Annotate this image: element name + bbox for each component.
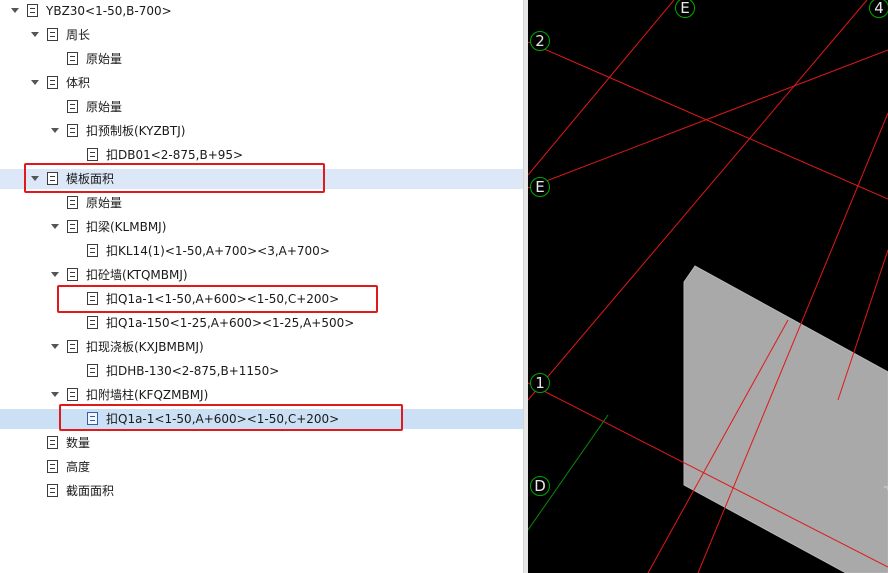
document-icon [87, 148, 98, 161]
tree-node-label: 体积 [66, 76, 91, 90]
annotation-box-wall-deduct [57, 285, 378, 313]
document-icon [47, 76, 58, 89]
tree-node-height[interactable]: 高度 [0, 457, 523, 477]
axis-label-e-left: E [530, 177, 550, 197]
tree-node-label: 扣DHB-130<2-875,B+1150> [106, 364, 280, 378]
tree-node-deduct-dhb-130[interactable]: 扣DHB-130<2-875,B+1150> [0, 361, 523, 381]
tree-node-label: 原始量 [86, 100, 123, 114]
document-icon [67, 52, 78, 65]
document-icon [47, 460, 58, 473]
tree-node-section-area[interactable]: 截面面积 [0, 481, 523, 501]
tree-node-deduct-kl14[interactable]: 扣KL14(1)<1-50,A+700><3,A+700> [0, 241, 523, 261]
tree-node-label: 扣附墙柱(KFQZMBMJ) [86, 388, 209, 402]
tree-node-deduct-precast-slab[interactable]: 扣预制板(KYZBTJ) [0, 121, 523, 141]
document-icon [87, 364, 98, 377]
tree-node-label: 原始量 [86, 52, 123, 66]
tree-node-volume[interactable]: 体积 [0, 73, 523, 93]
tree-node-label: 扣KL14(1)<1-50,A+700><3,A+700> [106, 244, 330, 258]
viewport-canvas [528, 0, 888, 573]
tree-node-label: YBZ30<1-50,B-700> [46, 4, 172, 18]
tree-node-label: 扣预制板(KYZBTJ) [86, 124, 186, 138]
tree-node-perimeter[interactable]: 周长 [0, 25, 523, 45]
tree-node-label: 高度 [66, 460, 91, 474]
axis-label-2: 2 [530, 31, 550, 51]
tree-node-root[interactable]: YBZ30<1-50,B-700> [0, 1, 523, 21]
document-icon [47, 484, 58, 497]
collapse-arrow-icon[interactable] [31, 80, 39, 85]
tree-node-original[interactable]: 原始量 [0, 49, 523, 69]
document-icon [27, 4, 38, 17]
green-axis-line [528, 414, 609, 531]
document-icon [67, 196, 78, 209]
annotation-box-formwork [24, 163, 325, 193]
collapse-arrow-icon[interactable] [51, 344, 59, 349]
annotation-box-column-deduct [59, 404, 403, 431]
tree-node-label: 周长 [66, 28, 91, 42]
tree-node-label: 扣现浇板(KXJBMBMJ) [86, 340, 204, 354]
wall-element-shape [683, 265, 888, 573]
tree-node-label: 扣DB01<2-875,B+95> [106, 148, 244, 162]
document-icon [87, 316, 98, 329]
collapse-arrow-icon[interactable] [51, 272, 59, 277]
collapse-arrow-icon[interactable] [51, 128, 59, 133]
tree-node-label: 扣砼墙(KTQMBMJ) [86, 268, 188, 282]
document-icon [47, 436, 58, 449]
tree-node-label: 截面面积 [66, 484, 115, 498]
tree-node-deduct-db01[interactable]: 扣DB01<2-875,B+95> [0, 145, 523, 165]
tree-node-label: 数量 [66, 436, 91, 450]
quantity-tree-panel: YBZ30<1-50,B-700> 周长 原始量 体积 原始量 扣预制板(KYZ… [0, 0, 523, 573]
document-icon [67, 124, 78, 137]
document-icon [47, 28, 58, 41]
document-icon [67, 340, 78, 353]
tree-node-original[interactable]: 原始量 [0, 97, 523, 117]
document-icon [67, 268, 78, 281]
collapse-arrow-icon[interactable] [11, 8, 19, 13]
tree-node-deduct-beam[interactable]: 扣梁(KLMBMJ) [0, 217, 523, 237]
document-icon [67, 388, 78, 401]
tree-node-deduct-cast-slab[interactable]: 扣现浇板(KXJBMBMJ) [0, 337, 523, 357]
tree-node-label: 原始量 [86, 196, 123, 210]
tree-node-original[interactable]: 原始量 [0, 193, 523, 213]
collapse-arrow-icon[interactable] [31, 32, 39, 37]
axis-label-4: 4 [869, 0, 888, 18]
3d-viewport[interactable]: E 4 2 E 1 D [528, 0, 888, 573]
axis-label-1: 1 [530, 373, 550, 393]
collapse-arrow-icon[interactable] [51, 392, 59, 397]
tree-node-label: 扣梁(KLMBMJ) [86, 220, 167, 234]
tree-node-deduct-attached-column[interactable]: 扣附墙柱(KFQZMBMJ) [0, 385, 523, 405]
tree-node-label: 扣Q1a-150<1-25,A+600><1-25,A+500> [106, 316, 355, 330]
document-icon [67, 220, 78, 233]
document-icon [67, 100, 78, 113]
axis-label-d: D [530, 476, 550, 496]
tree-node-quantity[interactable]: 数量 [0, 433, 523, 453]
collapse-arrow-icon[interactable] [51, 224, 59, 229]
document-icon [87, 244, 98, 257]
tree-node-deduct-concrete-wall[interactable]: 扣砼墙(KTQMBMJ) [0, 265, 523, 285]
tree-node-deduct-q1a-150[interactable]: 扣Q1a-150<1-25,A+600><1-25,A+500> [0, 313, 523, 333]
